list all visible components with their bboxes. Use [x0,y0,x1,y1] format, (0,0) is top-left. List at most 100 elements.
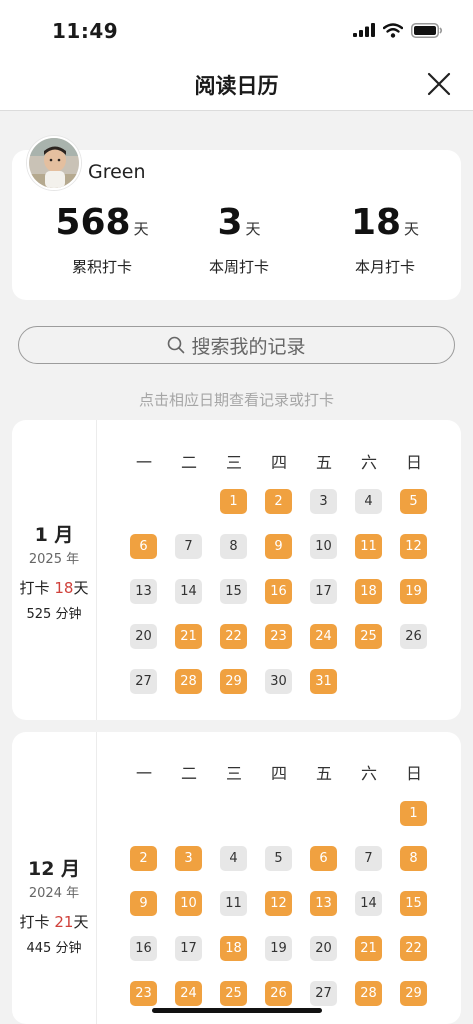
day-cell-checked[interactable]: 25 [220,981,247,1006]
close-button[interactable] [425,70,453,98]
signal-icon [353,23,375,37]
checkin-prefix: 打卡 [19,913,50,931]
home-indicator [152,1008,322,1013]
day-cell-checked[interactable]: 6 [310,846,337,871]
day-cell[interactable]: 8 [220,534,247,559]
day-cell-checked[interactable]: 26 [265,981,292,1006]
day-cell-checked[interactable]: 1 [220,489,247,514]
day-cell[interactable]: 11 [220,891,247,916]
weekday-label: 六 [360,453,377,472]
search-placeholder: 搜索我的记录 [191,335,306,358]
day-cell[interactable]: 17 [310,579,337,604]
day-cell-checked[interactable]: 18 [220,936,247,961]
user-name: Green [88,161,146,183]
stat-week-label: 本周打卡 [208,258,269,276]
day-cell-checked[interactable]: 12 [265,891,292,916]
day-cell-checked[interactable]: 15 [400,891,427,916]
day-cell[interactable]: 27 [130,669,157,694]
stat-total-label: 累积打卡 [71,258,132,276]
day-cell[interactable]: 19 [265,936,292,961]
checkin-count: 21 [54,913,74,931]
day-cell[interactable]: 10 [310,534,337,559]
stat-month-label: 本月打卡 [354,258,415,276]
day-cell-checked[interactable]: 16 [265,579,292,604]
day-cell[interactable]: 26 [400,624,427,649]
month-label: 1 月 [34,524,74,546]
checkin-suffix: 天 [73,913,89,931]
day-cell-checked[interactable]: 22 [400,936,427,961]
day-cell[interactable]: 30 [265,669,292,694]
weekday-label: 五 [315,764,332,783]
checkin-suffix: 天 [73,579,89,597]
day-cell-checked[interactable]: 25 [355,624,382,649]
avatar-photo-icon [29,138,79,188]
checkin-summary: 打卡 21天 [12,911,96,932]
close-icon [427,72,451,96]
day-cell[interactable]: 13 [130,579,157,604]
day-cell[interactable]: 14 [355,891,382,916]
month-card-dec-2024: 12 月 2024 年 打卡 21天 445 分钟 一 二 三 四 五 六 日 … [12,732,461,1024]
day-cell[interactable]: 4 [355,489,382,514]
weekday-label: 五 [315,453,332,472]
day-cell-checked[interactable]: 2 [130,846,157,871]
weekday-label: 四 [270,764,287,783]
wifi-icon [383,22,403,38]
day-cell[interactable]: 20 [310,936,337,961]
weekday-label: 一 [135,764,152,783]
checkin-summary: 打卡 18天 [12,577,96,598]
page-title: 阅读日历 [194,74,279,98]
day-cell-checked[interactable]: 9 [265,534,292,559]
day-cell[interactable]: 20 [130,624,157,649]
day-cell[interactable]: 14 [175,579,202,604]
day-cell-checked[interactable]: 1 [400,801,427,826]
day-cell-checked[interactable]: 29 [400,981,427,1006]
day-cell-checked[interactable]: 6 [130,534,157,559]
day-cell[interactable]: 15 [220,579,247,604]
day-cell-checked[interactable]: 22 [220,624,247,649]
day-cell[interactable]: 4 [220,846,247,871]
day-cell-checked[interactable]: 19 [400,579,427,604]
day-cell-checked[interactable]: 29 [220,669,247,694]
day-cell-checked[interactable]: 23 [265,624,292,649]
day-cell-checked[interactable]: 13 [310,891,337,916]
hint-text: 点击相应日期查看记录或打卡 [138,391,334,409]
status-bar: 11:49 [0,0,473,60]
day-cell[interactable]: 7 [175,534,202,559]
day-cell-checked[interactable]: 24 [310,624,337,649]
search-input[interactable]: 搜索我的记录 [18,326,455,364]
year-label: 2025 年 [28,552,80,567]
day-cell-checked[interactable]: 21 [175,624,202,649]
stat-month-value: 18 [350,202,402,243]
search-icon [168,336,185,354]
month-info: 1 月 2025 年 打卡 18天 525 分钟 [12,420,97,720]
day-cell-checked[interactable]: 3 [175,846,202,871]
day-cell-checked[interactable]: 11 [355,534,382,559]
day-cell-checked[interactable]: 24 [175,981,202,1006]
day-cell-checked[interactable]: 31 [310,669,337,694]
day-cell-checked[interactable]: 23 [130,981,157,1006]
day-cell[interactable]: 3 [310,489,337,514]
day-cell-checked[interactable]: 8 [400,846,427,871]
battery-icon [411,22,443,38]
day-cell[interactable]: 7 [355,846,382,871]
weekday-label: 日 [405,453,422,472]
day-cell-checked[interactable]: 9 [130,891,157,916]
day-cell-checked[interactable]: 18 [355,579,382,604]
weekday-label: 二 [180,764,197,783]
minutes-label: 445 分钟 [26,941,82,956]
day-cell-checked[interactable]: 28 [175,669,202,694]
day-cell[interactable]: 27 [310,981,337,1006]
day-cell[interactable]: 17 [175,936,202,961]
day-cell-checked[interactable]: 12 [400,534,427,559]
day-cell-checked[interactable]: 28 [355,981,382,1006]
day-cell[interactable]: 16 [130,936,157,961]
day-cell-checked[interactable]: 21 [355,936,382,961]
avatar[interactable] [27,136,81,190]
year-label: 2024 年 [28,886,80,901]
weekday-label: 三 [225,764,242,783]
day-cell-checked[interactable]: 5 [400,489,427,514]
day-cell-checked[interactable]: 10 [175,891,202,916]
day-cell[interactable]: 5 [265,846,292,871]
weekday-label: 三 [225,453,242,472]
day-cell-checked[interactable]: 2 [265,489,292,514]
